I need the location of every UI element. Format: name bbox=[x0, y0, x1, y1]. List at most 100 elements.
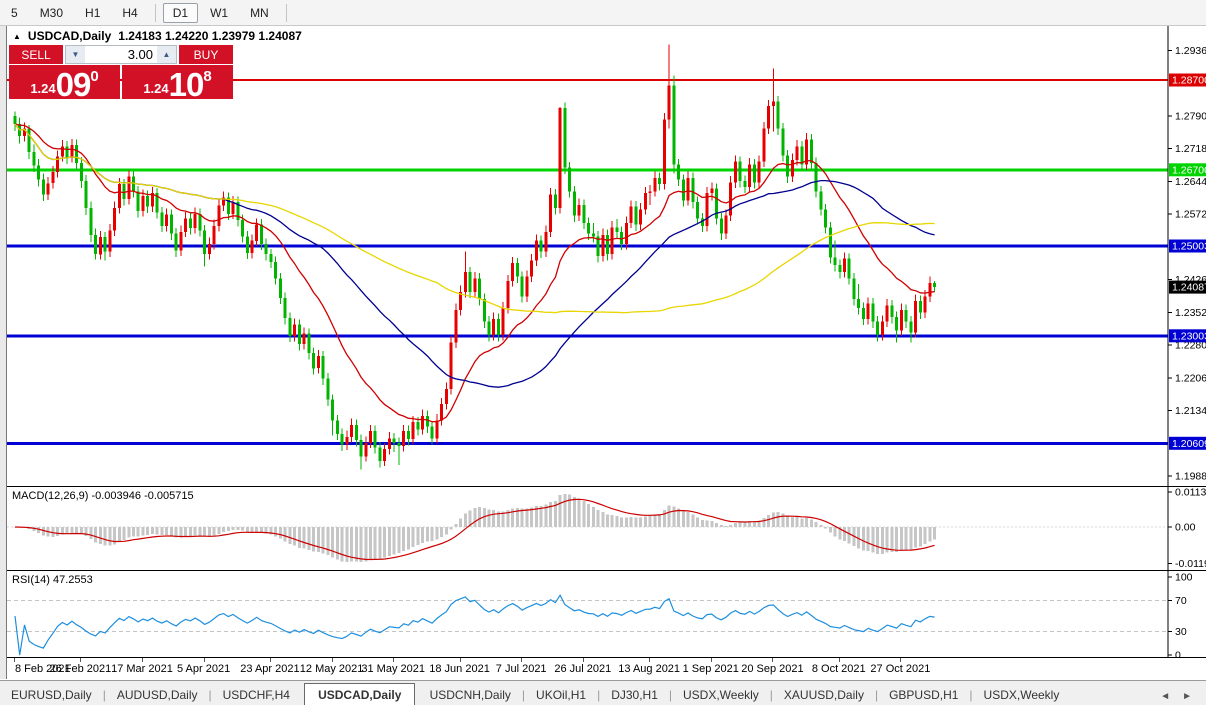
chart-window: ▲ USDCAD,Daily 1.24183 1.24220 1.23979 1… bbox=[0, 26, 1206, 679]
date-label: 13 Aug 2021 bbox=[618, 663, 680, 675]
one-click-trading-widget: SELL ▼ 3.00 ▲ BUY 1.24090 1.24108 bbox=[9, 45, 233, 99]
buy-price-prefix: 1.24 bbox=[143, 82, 168, 95]
svg-text:1.29360: 1.29360 bbox=[1175, 45, 1206, 57]
timeframe-button-m5[interactable]: 5 bbox=[1, 3, 28, 23]
svg-text:1.24087: 1.24087 bbox=[1172, 282, 1206, 294]
chart-title: ▲ USDCAD,Daily 1.24183 1.24220 1.23979 1… bbox=[13, 29, 302, 43]
timeframe-button-m30[interactable]: M30 bbox=[30, 3, 73, 23]
svg-text:100: 100 bbox=[1175, 572, 1193, 584]
date-tick bbox=[839, 658, 840, 662]
date-tick bbox=[460, 658, 461, 662]
chart-tab-bar: EURUSD,Daily|AUDUSD,Daily|USDCHF,H4|USDC… bbox=[0, 680, 1206, 705]
volume-increase-icon[interactable]: ▲ bbox=[157, 46, 176, 63]
svg-text:1.27900: 1.27900 bbox=[1175, 110, 1206, 122]
date-tick bbox=[583, 658, 584, 662]
date-label: 27 Oct 2021 bbox=[870, 663, 930, 675]
rsi-pane[interactable]: RSI(14) 47.2553 100 70 30 0 bbox=[7, 571, 1206, 657]
buy-price-point: 8 bbox=[203, 69, 211, 84]
sell-price-point: 0 bbox=[90, 69, 98, 84]
svg-text:1.26700: 1.26700 bbox=[1172, 164, 1206, 176]
date-tick bbox=[204, 658, 205, 662]
chart-tab-audusd-daily[interactable]: AUDUSD,Daily bbox=[106, 684, 209, 705]
svg-text:1.21340: 1.21340 bbox=[1175, 405, 1206, 417]
date-label: 26 Feb 2021 bbox=[49, 663, 111, 675]
date-label: 20 Sep 2021 bbox=[741, 663, 803, 675]
date-tick bbox=[649, 658, 650, 662]
svg-text:0: 0 bbox=[1175, 650, 1181, 658]
chart-ohlc-values: 1.24183 1.24220 1.23979 1.24087 bbox=[118, 29, 302, 43]
volume-stepper: ▼ 3.00 ▲ bbox=[65, 45, 177, 64]
rsi-chart[interactable]: 100 70 30 0 bbox=[7, 571, 1206, 657]
date-axis: 8 Feb 202126 Feb 202117 Mar 20215 Apr 20… bbox=[7, 658, 1206, 679]
date-label: 23 Apr 2021 bbox=[240, 663, 299, 675]
chart-tab-ukoil-h1[interactable]: UKOil,H1 bbox=[525, 684, 597, 705]
sell-button[interactable]: SELL bbox=[9, 45, 63, 64]
date-tick bbox=[521, 658, 522, 662]
sell-price-prefix: 1.24 bbox=[30, 82, 55, 95]
timeframe-button-d1[interactable]: D1 bbox=[163, 3, 198, 23]
tabs-scroll-right-icon[interactable]: ► bbox=[1182, 691, 1192, 702]
timeframe-button-h4[interactable]: H4 bbox=[112, 3, 147, 23]
sell-price-pips: 09 bbox=[56, 71, 91, 98]
date-label: 7 Jul 2021 bbox=[496, 663, 547, 675]
price-chart-pane[interactable]: ▲ USDCAD,Daily 1.24183 1.24220 1.23979 1… bbox=[7, 26, 1206, 486]
chart-tab-eurusd-daily[interactable]: EURUSD,Daily bbox=[0, 684, 103, 705]
svg-text:1.25003: 1.25003 bbox=[1172, 241, 1206, 253]
svg-text:1.19880: 1.19880 bbox=[1175, 471, 1206, 483]
mt4-terminal: 5 M30 H1 H4 D1 W1 MN ▲ USDCAD,Daily 1.24… bbox=[0, 0, 1206, 705]
date-label: 8 Oct 2021 bbox=[812, 663, 866, 675]
sell-price-panel[interactable]: 1.24090 bbox=[9, 65, 120, 99]
volume-input[interactable]: 3.00 bbox=[85, 46, 157, 63]
date-tick bbox=[14, 658, 15, 662]
chart-tab-xauusd-daily[interactable]: XAUUSD,Daily bbox=[773, 684, 875, 705]
date-tick bbox=[772, 658, 773, 662]
svg-text:0.01135: 0.01135 bbox=[1175, 487, 1206, 499]
timeframe-toolbar: 5 M30 H1 H4 D1 W1 MN bbox=[0, 0, 1206, 26]
svg-text:30: 30 bbox=[1175, 626, 1187, 638]
date-label: 26 Jul 2021 bbox=[554, 663, 611, 675]
chart-tab-gbpusd-h1[interactable]: GBPUSD,H1 bbox=[878, 684, 969, 705]
date-label: 17 Mar 2021 bbox=[111, 663, 173, 675]
chart-marker-icon: ▲ bbox=[13, 32, 21, 41]
date-label: 31 May 2021 bbox=[361, 663, 425, 675]
chart-tab-dj30-h1[interactable]: DJ30,H1 bbox=[600, 684, 669, 705]
tabs-scroll-left-icon[interactable]: ◄ bbox=[1160, 691, 1170, 702]
macd-indicator-label: MACD(12,26,9) -0.003946 -0.005715 bbox=[12, 490, 194, 502]
timeframe-button-h1[interactable]: H1 bbox=[75, 3, 110, 23]
toolbar-separator bbox=[155, 4, 156, 22]
svg-text:1.25720: 1.25720 bbox=[1175, 208, 1206, 220]
volume-decrease-icon[interactable]: ▼ bbox=[66, 46, 85, 63]
svg-text:1.22060: 1.22060 bbox=[1175, 373, 1206, 385]
svg-text:0.00: 0.00 bbox=[1175, 522, 1196, 534]
svg-text:-0.01190: -0.01190 bbox=[1175, 558, 1206, 570]
date-tick bbox=[711, 658, 712, 662]
timeframe-button-w1[interactable]: W1 bbox=[200, 3, 238, 23]
chart-tab-usdchf-h4[interactable]: USDCHF,H4 bbox=[212, 684, 301, 705]
date-tick bbox=[900, 658, 901, 662]
chart-tab-usdcnh-daily[interactable]: USDCNH,Daily bbox=[419, 684, 522, 705]
date-tick bbox=[332, 658, 333, 662]
buy-price-panel[interactable]: 1.24108 bbox=[122, 65, 233, 99]
timeframe-button-mn[interactable]: MN bbox=[240, 3, 279, 23]
chart-tab-usdx-weekly[interactable]: USDX,Weekly bbox=[672, 684, 770, 705]
rsi-indicator-label: RSI(14) 47.2553 bbox=[12, 574, 93, 586]
date-tick bbox=[80, 658, 81, 662]
svg-text:1.23003: 1.23003 bbox=[1172, 330, 1206, 342]
svg-text:1.20609: 1.20609 bbox=[1172, 438, 1206, 450]
chart-tab-usdcad-daily[interactable]: USDCAD,Daily bbox=[304, 683, 415, 705]
chart-symbol-label: USDCAD,Daily bbox=[28, 29, 111, 43]
date-label: 1 Sep 2021 bbox=[683, 663, 739, 675]
svg-text:1.27180: 1.27180 bbox=[1175, 143, 1206, 155]
buy-button[interactable]: BUY bbox=[179, 45, 233, 64]
date-tick bbox=[142, 658, 143, 662]
svg-text:1.23520: 1.23520 bbox=[1175, 307, 1206, 319]
date-tick bbox=[270, 658, 271, 662]
date-label: 18 Jun 2021 bbox=[429, 663, 490, 675]
toolbar-separator bbox=[286, 4, 287, 22]
date-tick bbox=[393, 658, 394, 662]
buy-price-pips: 10 bbox=[169, 71, 204, 98]
date-label: 12 May 2021 bbox=[300, 663, 364, 675]
chart-tab-usdx-weekly[interactable]: USDX,Weekly bbox=[973, 684, 1071, 705]
macd-pane[interactable]: MACD(12,26,9) -0.003946 -0.005715 0.0113… bbox=[7, 487, 1206, 570]
svg-text:70: 70 bbox=[1175, 595, 1187, 607]
